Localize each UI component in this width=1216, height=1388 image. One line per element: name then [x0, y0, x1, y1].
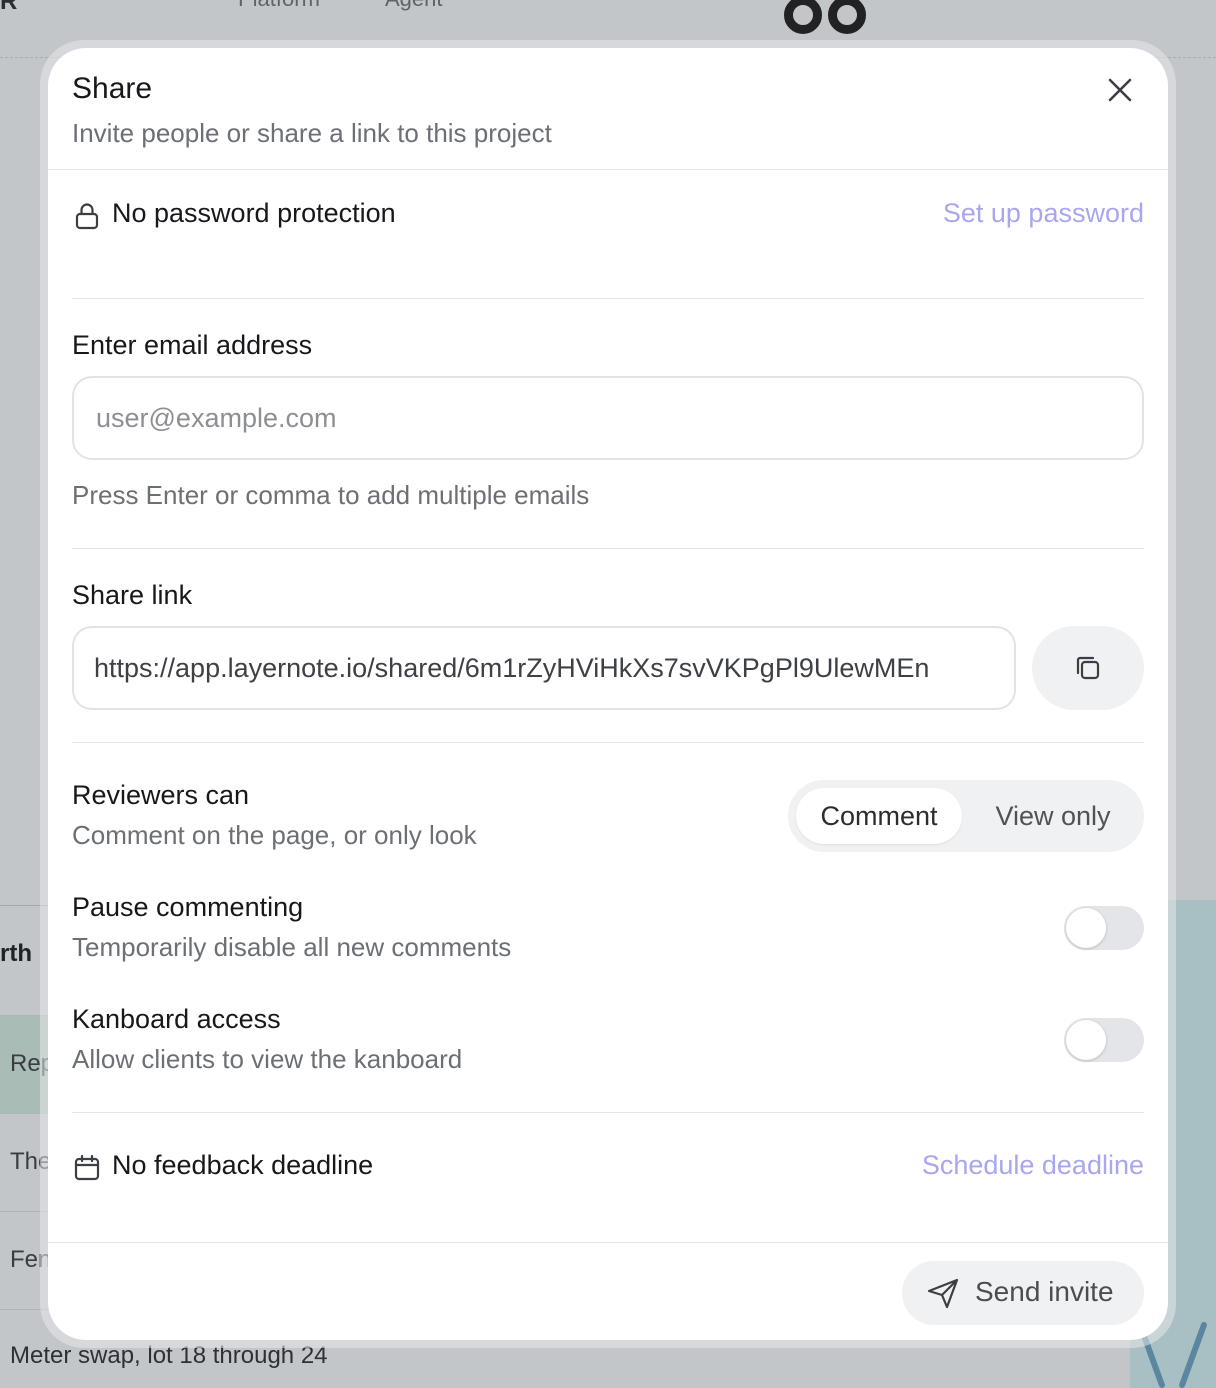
divider — [72, 298, 1144, 299]
pause-commenting-switch[interactable] — [1064, 906, 1144, 950]
dialog-header: Share Invite people or share a link to t… — [48, 48, 1168, 170]
share-link-label: Share link — [72, 580, 193, 610]
copy-link-button[interactable] — [1032, 626, 1144, 710]
kanboard-access-title: Kanboard access — [72, 1004, 281, 1034]
send-icon — [927, 1278, 959, 1309]
reviewers-title: Reviewers can — [72, 780, 250, 810]
divider — [72, 742, 1144, 743]
share-link-field[interactable]: https://app.layernote.io/shared/6m1rZyHV… — [72, 626, 1016, 710]
switch-knob — [1066, 1020, 1106, 1060]
kanboard-access-switch[interactable] — [1064, 1018, 1144, 1062]
close-icon — [1108, 78, 1132, 102]
pause-commenting-description: Temporarily disable all new comments — [72, 932, 512, 962]
email-label: Enter email address — [72, 330, 313, 360]
reviewers-description: Comment on the page, or only look — [72, 820, 477, 850]
dialog-subtitle: Invite people or share a link to this pr… — [72, 118, 552, 148]
feedback-deadline-row: No feedback deadline Schedule deadline — [72, 1150, 1144, 1186]
segment-comment[interactable]: Comment — [796, 788, 962, 844]
close-button[interactable] — [1098, 68, 1142, 112]
kanboard-access-description: Allow clients to view the kanboard — [72, 1044, 463, 1074]
switch-knob — [1066, 908, 1106, 948]
background-logo — [770, 0, 890, 40]
email-input[interactable] — [72, 376, 1144, 460]
schedule-deadline-link[interactable]: Schedule deadline — [922, 1150, 1144, 1181]
send-invite-button[interactable]: Send invite — [902, 1261, 1144, 1325]
background-brand: R — [0, 0, 18, 15]
send-invite-label: Send invite — [975, 1276, 1114, 1307]
background-nav-platform: Platform — [238, 0, 320, 12]
pause-commenting-title: Pause commenting — [72, 892, 304, 922]
password-status-label: No password protection — [112, 198, 396, 228]
set-up-password-link[interactable]: Set up password — [943, 198, 1144, 229]
password-protection-row: No password protection Set up password — [72, 198, 1144, 234]
deadline-status-label: No feedback deadline — [112, 1150, 374, 1180]
share-dialog: Share Invite people or share a link to t… — [48, 48, 1168, 1340]
dialog-title: Share — [72, 72, 153, 105]
email-hint: Press Enter or comma to add multiple ema… — [72, 480, 590, 510]
dialog-footer: Send invite — [48, 1242, 1168, 1340]
calendar-icon — [74, 1154, 100, 1181]
divider — [72, 1112, 1144, 1113]
segment-view-only[interactable]: View only — [968, 788, 1138, 844]
reviewer-permission-toggle: Comment View only — [788, 780, 1144, 852]
divider — [72, 548, 1144, 549]
background-nav-agent: Agent — [385, 0, 443, 12]
lock-icon — [75, 203, 99, 230]
copy-icon — [1076, 656, 1100, 680]
